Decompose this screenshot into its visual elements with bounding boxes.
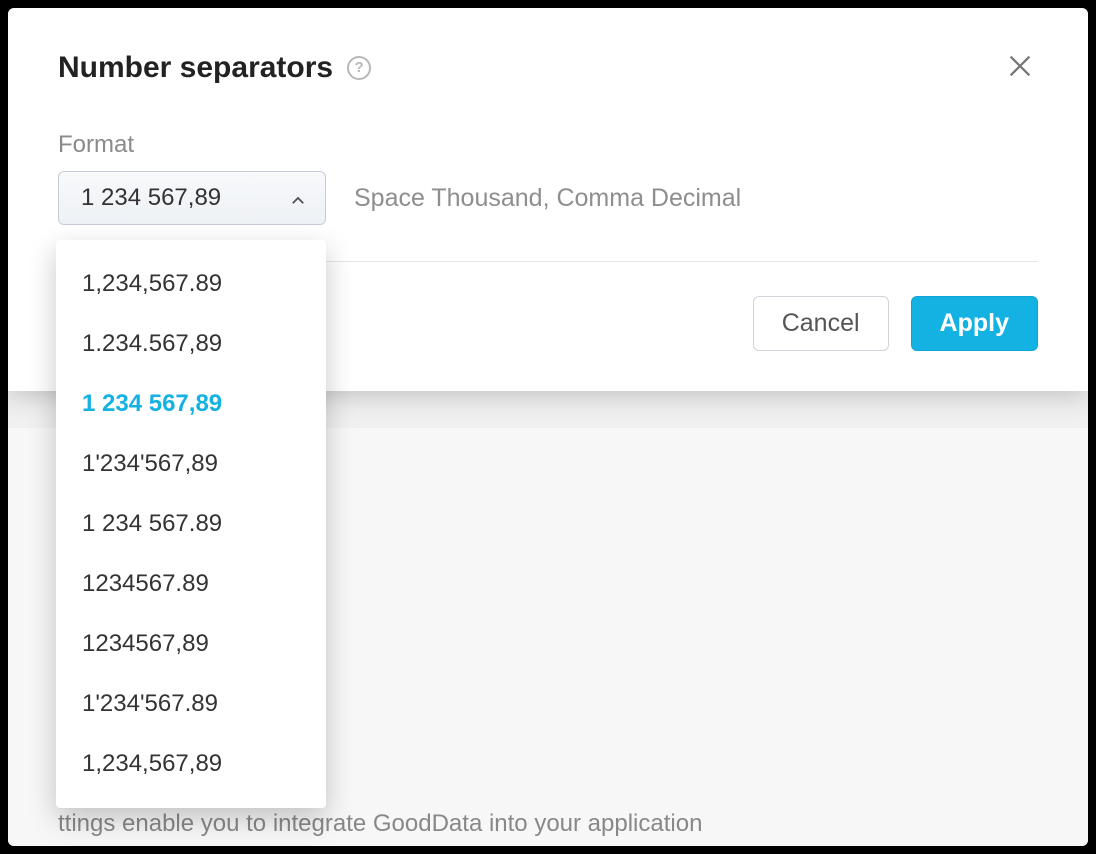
apply-button[interactable]: Apply	[911, 296, 1038, 351]
close-icon	[1006, 68, 1034, 83]
close-button[interactable]	[1002, 48, 1038, 87]
format-field-label: Format	[58, 131, 1038, 159]
format-dropdown[interactable]: 1,234,567.89 1.234.567,89 1 234 567,89 1…	[56, 240, 326, 808]
format-description: Space Thousand, Comma Decimal	[354, 184, 741, 213]
format-option[interactable]: 1'234'567,89	[56, 434, 326, 494]
format-option[interactable]: 1234567.89	[56, 554, 326, 614]
dialog-backdrop: e week ? ttings enable you to integrate …	[8, 8, 1088, 846]
format-option[interactable]: 1.234.567,89	[56, 314, 326, 374]
format-option[interactable]: 1 234 567.89	[56, 494, 326, 554]
dialog-title-wrap: Number separators ?	[58, 51, 371, 85]
footer-actions: Cancel Apply	[753, 296, 1038, 351]
format-select[interactable]: 1 234 567,89	[58, 171, 326, 225]
dialog-title: Number separators	[58, 51, 333, 85]
dialog-header: Number separators ?	[58, 48, 1038, 87]
format-option[interactable]: 1,234,567.89	[56, 254, 326, 314]
format-option[interactable]: 1234567,89	[56, 614, 326, 674]
format-select-value: 1 234 567,89	[81, 184, 221, 212]
format-option[interactable]: 1,234,567,89	[56, 734, 326, 794]
format-row: 1 234 567,89 Space Thousand, Comma Decim…	[58, 171, 1038, 225]
background-bottom-text: ttings enable you to integrate GoodData …	[58, 810, 1068, 838]
cancel-button[interactable]: Cancel	[753, 296, 889, 351]
help-icon[interactable]: ?	[347, 56, 371, 80]
format-option[interactable]: 1 234 567,89	[56, 374, 326, 434]
format-option[interactable]: 1'234'567.89	[56, 674, 326, 734]
chevron-up-icon	[289, 189, 307, 207]
